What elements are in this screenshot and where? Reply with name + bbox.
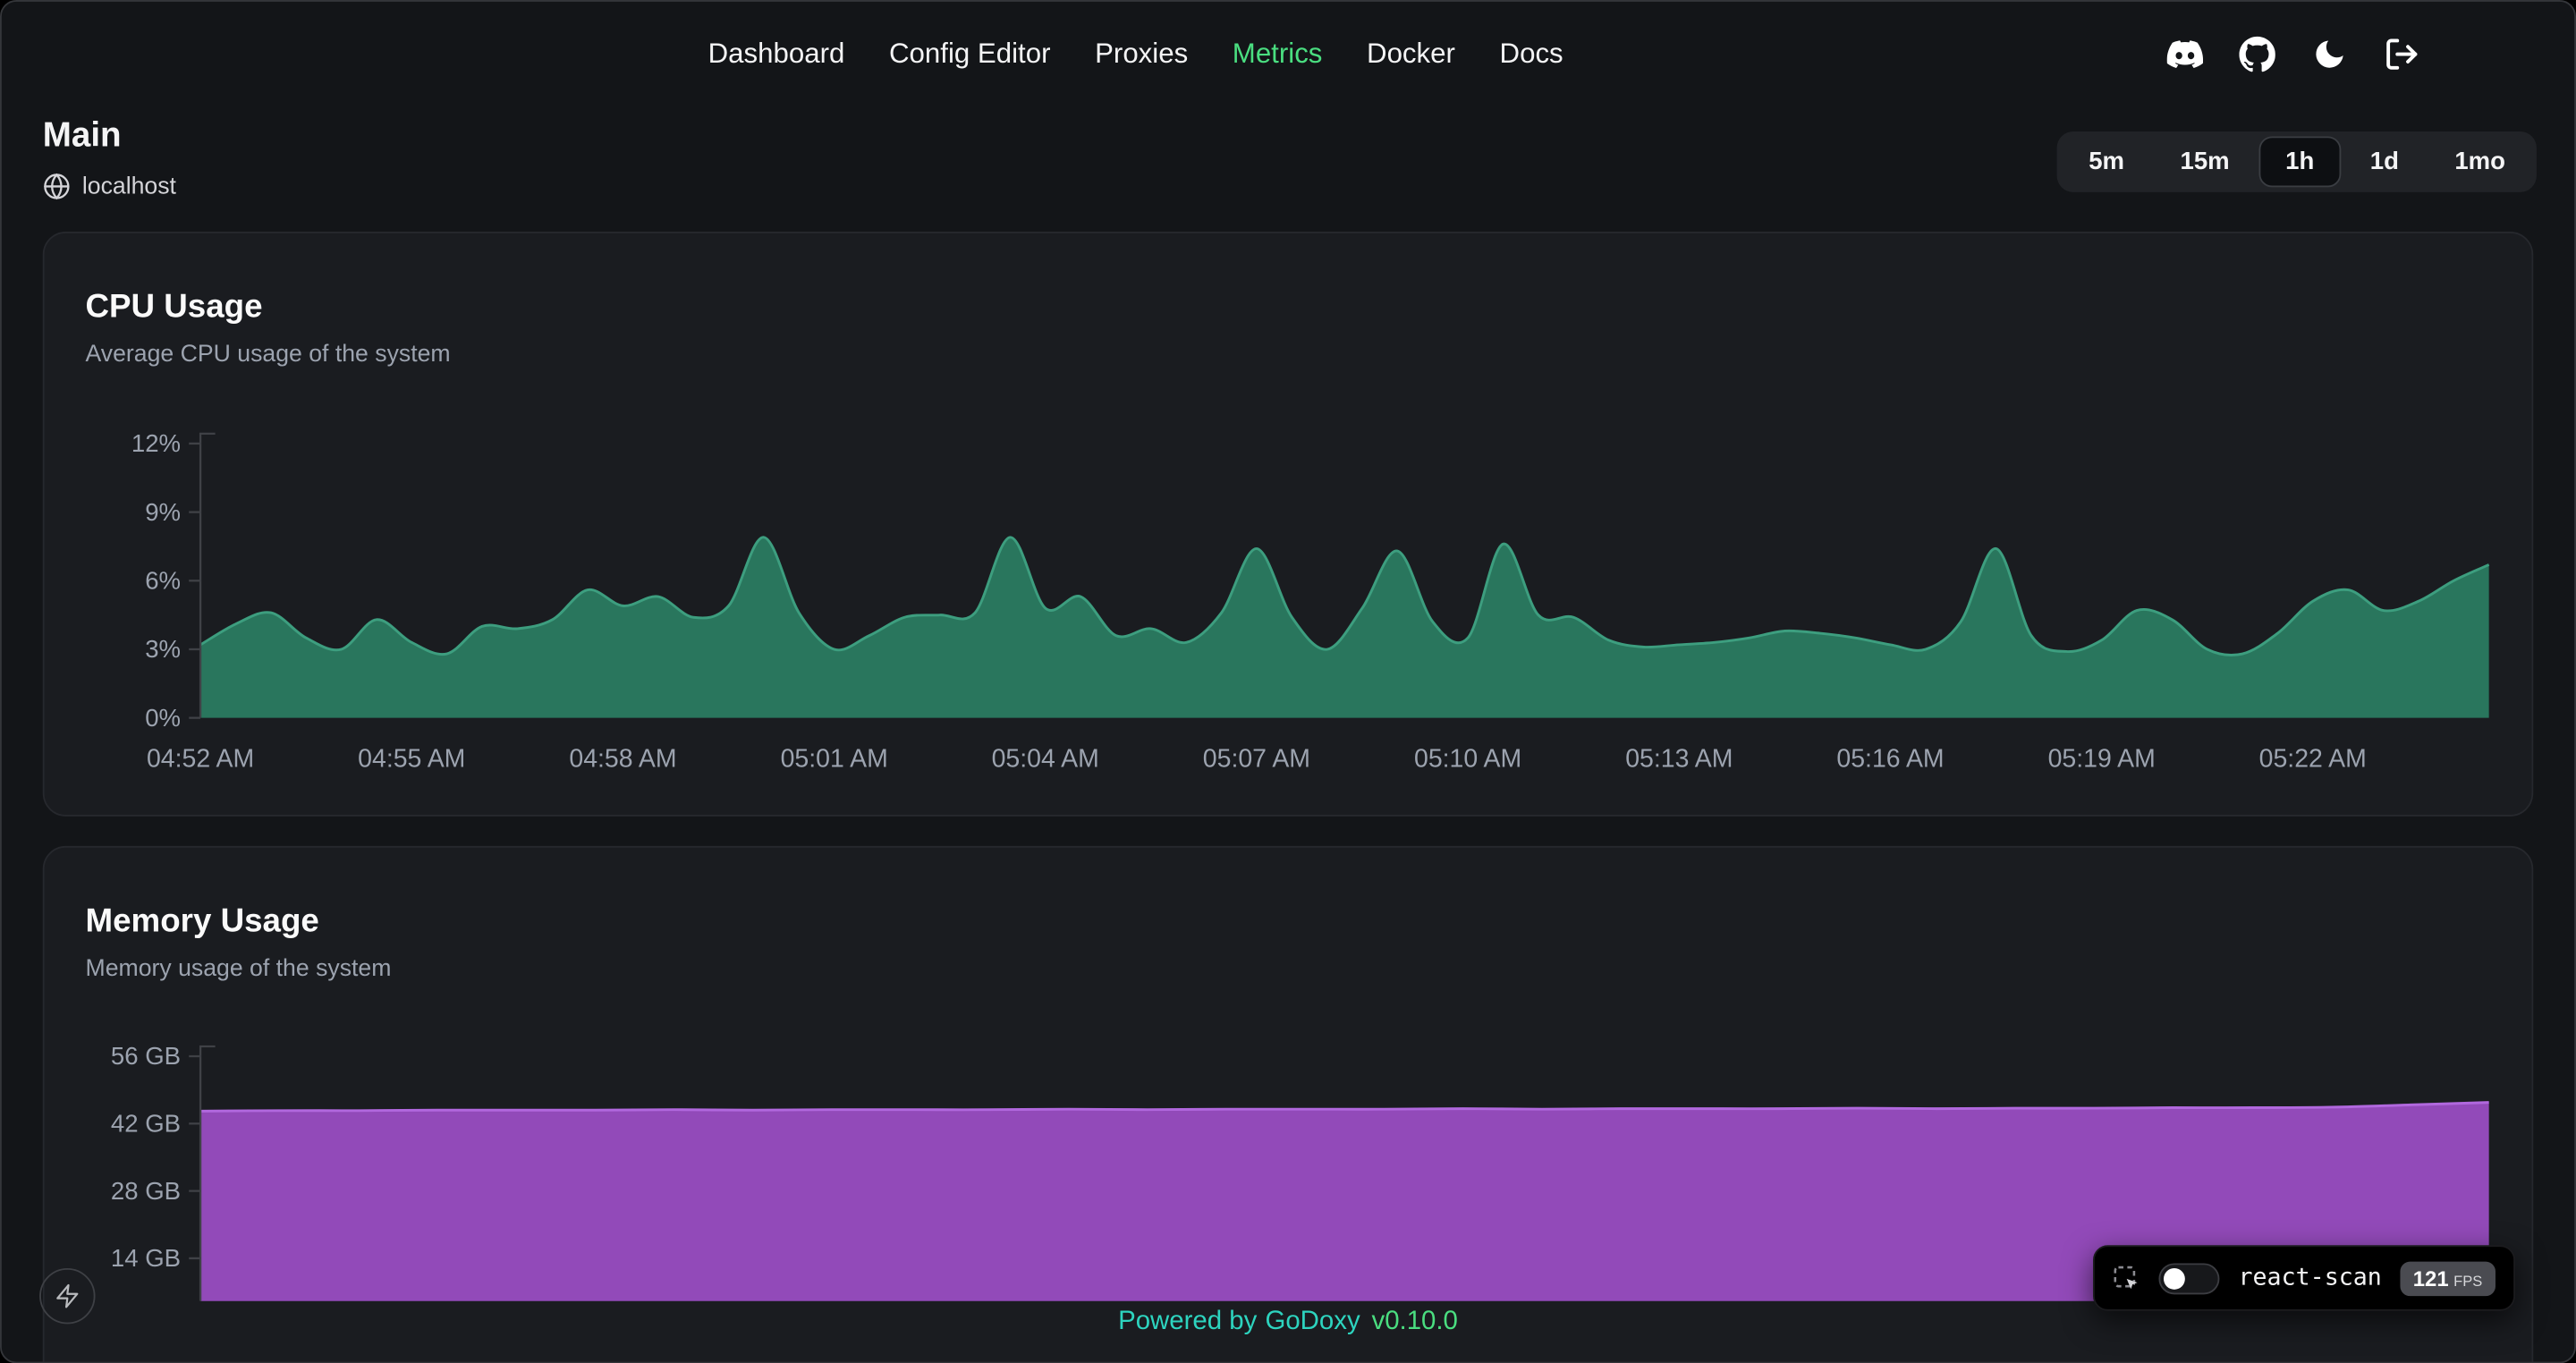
range-1d[interactable]: 1d [2343, 136, 2425, 187]
fps-badge: 121 FPS [2400, 1261, 2496, 1296]
svg-text:3%: 3% [145, 635, 181, 663]
svg-text:05:04 AM: 05:04 AM [992, 745, 1099, 774]
svg-text:28 GB: 28 GB [111, 1177, 181, 1205]
svg-text:9%: 9% [145, 498, 181, 526]
svg-text:04:55 AM: 04:55 AM [358, 745, 465, 774]
svg-text:14 GB: 14 GB [111, 1244, 181, 1272]
range-15m[interactable]: 15m [2154, 136, 2256, 187]
main-nav: Dashboard Config Editor Proxies Metrics … [708, 2, 1563, 107]
memory-card-subtitle: Memory usage of the system [86, 956, 2532, 982]
lightning-icon [55, 1283, 80, 1308]
time-range-selector: 5m 15m 1h 1d 1mo [2057, 131, 2537, 192]
github-icon[interactable] [2238, 35, 2275, 72]
footer-powered-by: Powered by [1118, 1308, 1257, 1335]
app-viewport: Dashboard Config Editor Proxies Metrics … [0, 0, 2576, 1363]
quick-actions-button[interactable] [39, 1268, 95, 1324]
svg-text:05:01 AM: 05:01 AM [781, 745, 888, 774]
react-scan-widget: react-scan 121 FPS [2094, 1245, 2515, 1310]
cpu-card-title: CPU Usage [86, 289, 2532, 326]
svg-text:04:58 AM: 04:58 AM [569, 745, 676, 774]
nav-dashboard[interactable]: Dashboard [708, 38, 845, 71]
nav-proxies[interactable]: Proxies [1095, 38, 1188, 71]
svg-text:12%: 12% [131, 429, 181, 457]
nav-config-editor[interactable]: Config Editor [889, 38, 1051, 71]
svg-text:56 GB: 56 GB [111, 1042, 181, 1070]
react-scan-label: react-scan [2238, 1265, 2381, 1291]
toggle-knob [2165, 1267, 2186, 1289]
range-1mo[interactable]: 1mo [2428, 136, 2531, 187]
cpu-card-subtitle: Average CPU usage of the system [86, 342, 2532, 368]
svg-text:6%: 6% [145, 566, 181, 594]
page-title: Main [43, 116, 122, 156]
svg-text:05:22 AM: 05:22 AM [2259, 745, 2367, 774]
range-1h[interactable]: 1h [2259, 136, 2341, 187]
inspect-icon[interactable] [2114, 1264, 2141, 1291]
svg-text:04:52 AM: 04:52 AM [147, 745, 254, 774]
logout-icon[interactable] [2382, 35, 2419, 72]
footer-godoxy-link[interactable]: GoDoxy [1265, 1308, 1360, 1335]
cpu-usage-card: CPU Usage Average CPU usage of the syste… [43, 232, 2533, 817]
svg-text:0%: 0% [145, 704, 181, 732]
range-5m[interactable]: 5m [2063, 136, 2151, 187]
nav-metrics[interactable]: Metrics [1233, 38, 1323, 71]
nav-docker[interactable]: Docker [1367, 38, 1455, 71]
theme-moon-icon[interactable] [2309, 35, 2347, 72]
react-scan-toggle[interactable] [2159, 1263, 2220, 1294]
cpu-usage-chart[interactable]: 0% 3% 6% 9% 12% 04:52 AM 04:55 AM 04:58 AM 05:01… [45, 419, 2535, 796]
discord-icon[interactable] [2165, 35, 2203, 72]
app-window: Dashboard Config Editor Proxies Metrics … [0, 0, 2576, 1363]
svg-text:42 GB: 42 GB [111, 1110, 181, 1138]
footer-version-link[interactable]: v0.10.0 [1371, 1308, 1457, 1335]
svg-text:05:07 AM: 05:07 AM [1203, 745, 1310, 774]
agent-host-label: localhost [82, 174, 176, 199]
svg-text:05:10 AM: 05:10 AM [1414, 745, 1521, 774]
svg-text:05:19 AM: 05:19 AM [2048, 745, 2156, 774]
nav-docs[interactable]: Docs [1500, 38, 1563, 71]
fps-value: 121 [2413, 1266, 2449, 1291]
footer: Powered by GoDoxy v0.10.0 [2, 1308, 2574, 1337]
svg-text:05:13 AM: 05:13 AM [1625, 745, 1733, 774]
agent-host: localhost [43, 173, 176, 200]
globe-icon [43, 173, 71, 200]
svg-text:05:16 AM: 05:16 AM [1836, 745, 1944, 774]
memory-card-title: Memory Usage [86, 903, 2532, 941]
header-icons [2165, 2, 2420, 107]
fps-unit: FPS [2453, 1273, 2482, 1289]
